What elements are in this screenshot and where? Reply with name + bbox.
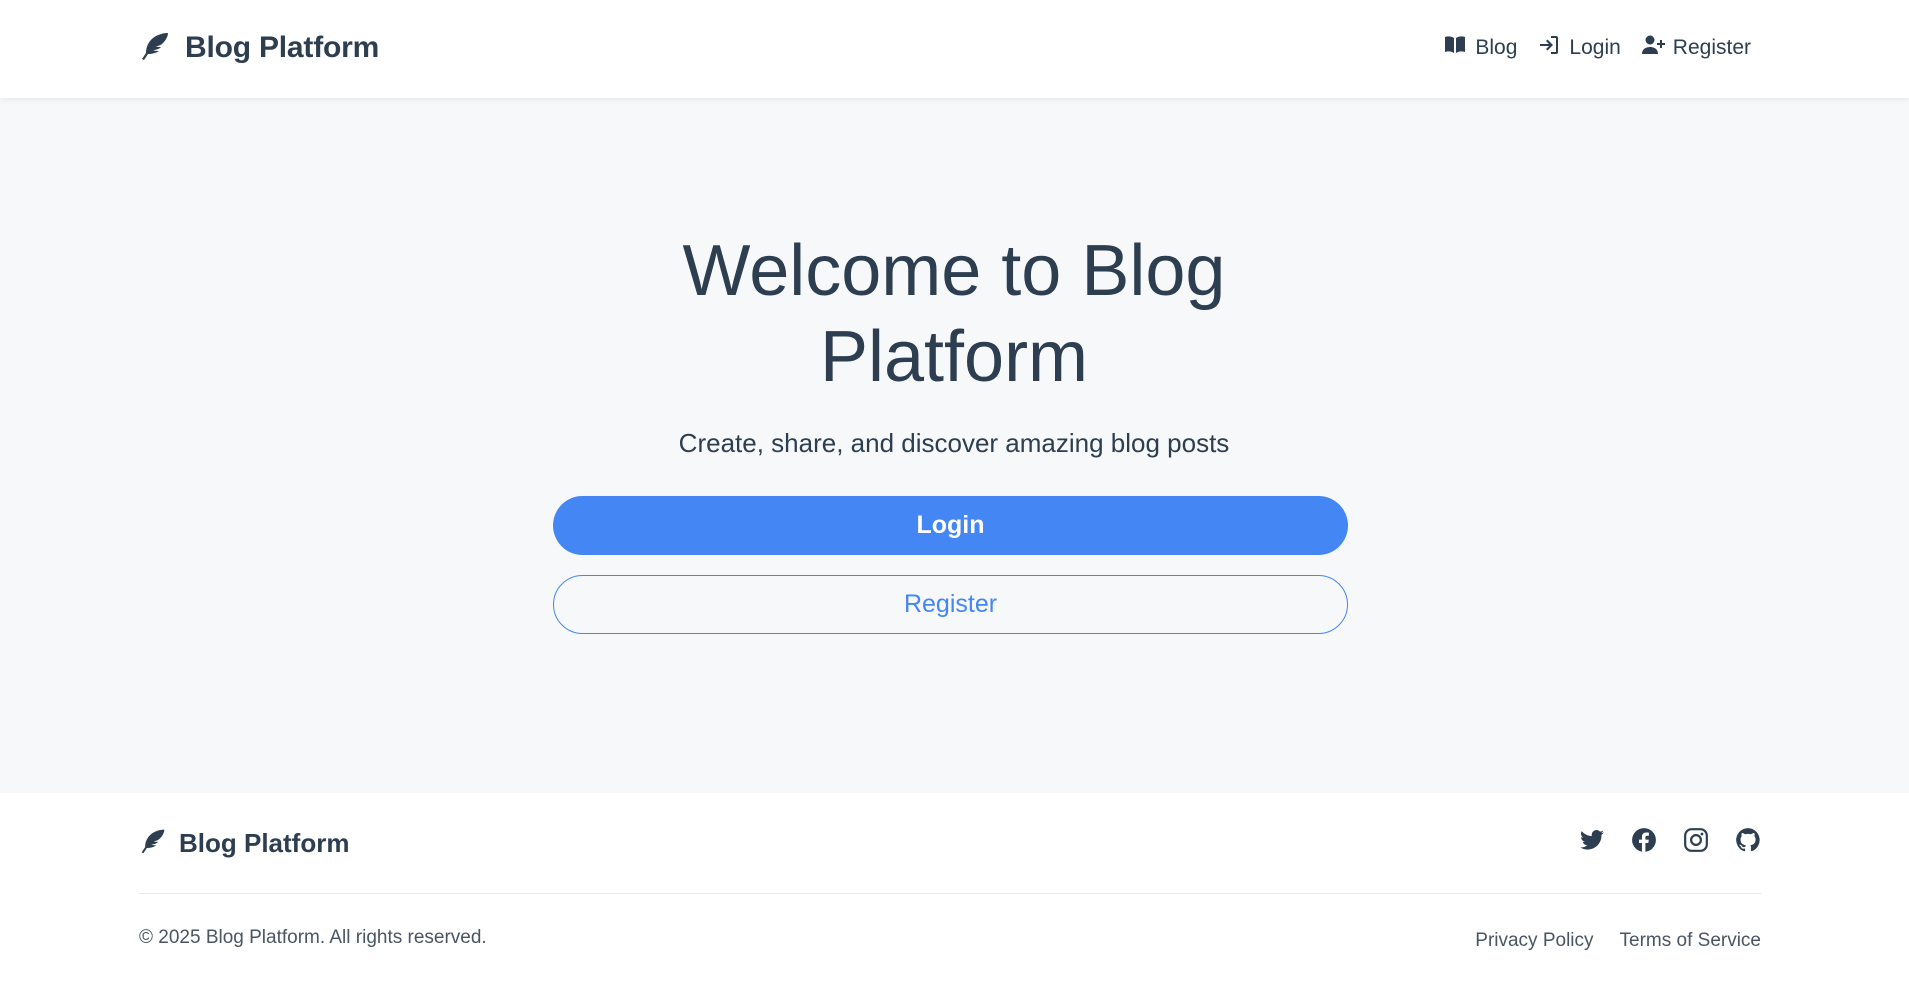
hero-title: Welcome to Blog Platform xyxy=(682,231,1226,397)
nav-blog[interactable]: Blog xyxy=(1443,33,1517,63)
privacy-policy-link[interactable]: Privacy Policy xyxy=(1475,930,1593,952)
facebook-icon[interactable] xyxy=(1631,827,1657,853)
brand-name: Blog Platform xyxy=(185,31,380,64)
terms-of-service-link[interactable]: Terms of Service xyxy=(1620,930,1761,952)
login-icon xyxy=(1537,33,1561,63)
main-nav: Blog Login Register xyxy=(1443,30,1751,66)
copyright-text: © 2025 Blog Platform. All rights reserve… xyxy=(139,927,487,948)
nav-register[interactable]: Register xyxy=(1641,33,1751,63)
instagram-icon[interactable] xyxy=(1683,827,1709,853)
footer-brand-name: Blog Platform xyxy=(179,828,350,858)
legal-links: Privacy Policy Terms of Service xyxy=(1475,930,1761,952)
footer: Blog Platform © 2025 Blog Platform. All … xyxy=(0,793,1909,987)
feather-icon xyxy=(139,827,167,860)
footer-brand: Blog Platform xyxy=(139,827,349,860)
nav-login-label: Login xyxy=(1569,36,1621,59)
book-icon xyxy=(1443,33,1467,63)
github-icon[interactable] xyxy=(1735,827,1761,853)
nav-register-label: Register xyxy=(1672,36,1751,59)
user-plus-icon xyxy=(1641,33,1665,63)
hero-subtitle: Create, share, and discover amazing blog… xyxy=(678,428,1230,458)
nav-blog-label: Blog xyxy=(1475,36,1518,59)
twitter-icon[interactable] xyxy=(1579,827,1605,853)
nav-login[interactable]: Login xyxy=(1537,33,1621,63)
footer-divider xyxy=(139,893,1761,894)
hero-section: Welcome to Blog Platform Create, share, … xyxy=(0,98,1909,793)
feather-icon xyxy=(139,30,171,67)
top-navbar: Blog Platform Blog Login Register xyxy=(0,0,1909,98)
login-button[interactable]: Login xyxy=(553,496,1348,555)
social-links xyxy=(1579,827,1761,853)
register-button[interactable]: Register xyxy=(553,575,1348,634)
brand-link[interactable]: Blog Platform xyxy=(139,28,379,68)
